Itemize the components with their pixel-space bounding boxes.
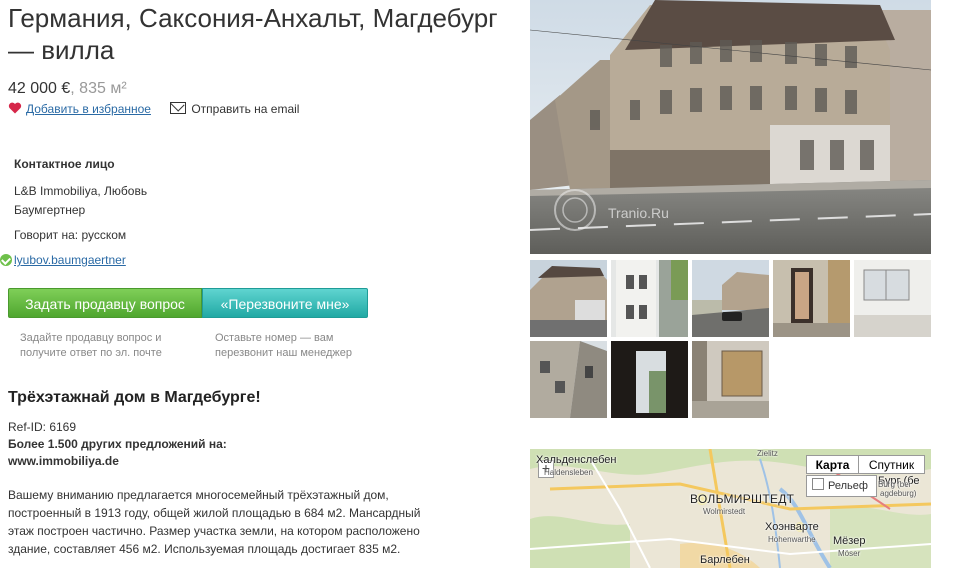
map-label: Хоэнварте (765, 521, 819, 533)
contact-block: Контактное лицо L&B Immobiliya, Любовь Б… (0, 155, 214, 270)
heart-icon[interactable] (8, 101, 22, 115)
add-to-favorites-link[interactable]: Добавить в избранное (26, 102, 151, 116)
ask-seller-button[interactable]: Задать продавцу вопрос (8, 288, 202, 318)
price: 42 000 € (8, 80, 71, 97)
ask-hint: Задайте продавцу вопрос и получите ответ… (20, 332, 162, 359)
contact-email-row[interactable]: lyubov.baumgaertner (0, 251, 200, 270)
map-tab-map[interactable]: Карта (806, 455, 859, 474)
agency-site: www.immobiliya.de (8, 454, 119, 468)
verified-icon (0, 254, 12, 266)
offers-line: Более 1.500 других предложений на: (8, 437, 227, 451)
relief-checkbox[interactable] (812, 478, 824, 490)
gallery-thumb[interactable] (692, 341, 769, 418)
map-label: Hohenwarthe (768, 535, 816, 544)
area: , 835 м² (70, 80, 127, 97)
map-label: agdeburg) (880, 489, 917, 498)
map-relief-toggle[interactable]: Рельеф (806, 475, 877, 497)
gallery-thumb[interactable] (611, 341, 688, 418)
map-label: Wolmirstedt (703, 507, 746, 516)
price-row: 42 000 €, 835 м² (8, 80, 127, 98)
map-label: Барлебен (700, 554, 750, 566)
map-label: Möser (838, 549, 861, 558)
gallery-thumb[interactable] (530, 341, 607, 418)
contact-email-link[interactable]: lyubov.baumgaertner (14, 253, 126, 267)
call-hint: Оставьте номер — вам перезвонит наш мене… (215, 332, 352, 359)
call-me-button[interactable]: «Перезвоните мне» (202, 288, 368, 318)
contact-name: L&B Immobiliya, Любовь Баумгертнер (14, 184, 148, 217)
gallery-thumb[interactable] (773, 260, 850, 337)
relief-label: Рельеф (828, 480, 868, 492)
gallery-thumb[interactable] (854, 260, 931, 337)
description-headline: Трёхэтажнай дом в Магдебурге! (8, 389, 261, 406)
page-title: Германия, Саксония-Анхальт, Магдебург — … (8, 3, 498, 65)
contact-language: Говорит на: русском (14, 228, 127, 242)
contact-label: Контактное лицо (14, 157, 115, 171)
map-label: Haldensleben (544, 468, 593, 477)
send-email-link[interactable]: Отправить на email (191, 102, 299, 116)
action-links: Добавить в избранное Отправить на email (8, 101, 299, 119)
map-label: Хальденслебен (536, 454, 617, 466)
gallery-thumb[interactable] (611, 260, 688, 337)
watermark-text: Tranio.Ru (608, 205, 669, 221)
map-label: Zielitz (757, 449, 778, 458)
gallery-thumb[interactable] (530, 260, 607, 337)
main-photo[interactable]: Tranio.Ru (530, 0, 931, 254)
reference-block: Ref-ID: 6169 Более 1.500 других предложе… (8, 419, 308, 470)
map-tab-satellite[interactable]: Спутник (858, 455, 925, 474)
map-label: Burg (bei (878, 480, 911, 489)
ref-id: Ref-ID: 6169 (8, 420, 77, 434)
gallery-thumb[interactable] (692, 260, 769, 337)
map-label: Мёзер (833, 535, 866, 547)
map-label: ВОЛЬМИРШТЕДТ (690, 492, 795, 506)
description-text: Вашему вниманию предлагается многосемейн… (8, 488, 421, 556)
envelope-icon[interactable] (170, 102, 187, 114)
